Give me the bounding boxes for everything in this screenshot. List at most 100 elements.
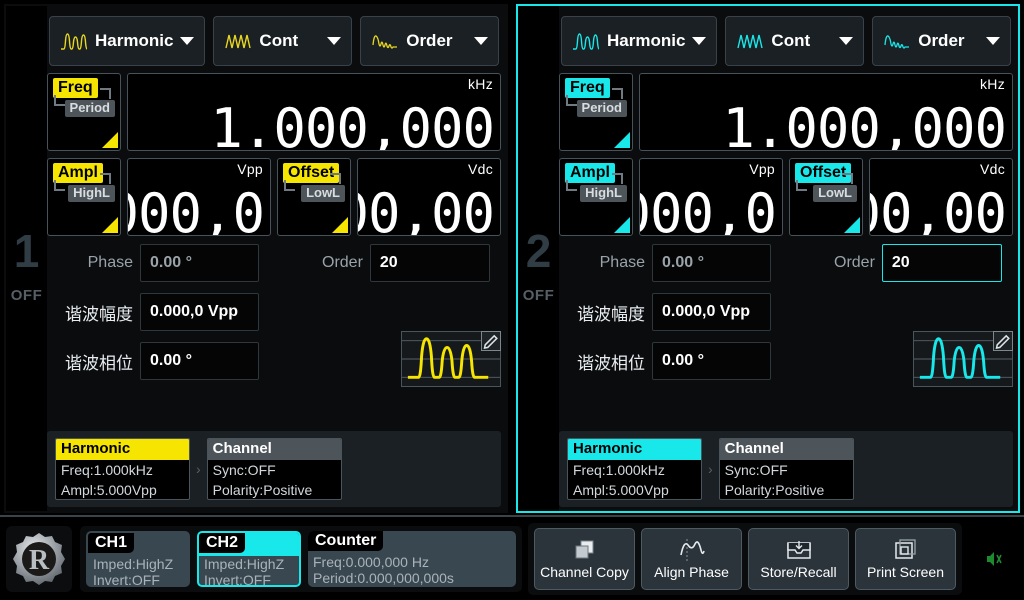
channel-panel-ch1[interactable]: 1 OFF Harmonic: [0, 0, 512, 517]
offset-unit: Vdc: [980, 161, 1005, 177]
freq-period-toggle-ch2[interactable]: Freq Period: [559, 73, 633, 151]
info-card-line: Polarity:Positive: [208, 480, 341, 500]
corner-bracket: [284, 180, 295, 191]
store-recall-icon: [786, 538, 812, 562]
status-tab-line: Invert:OFF: [93, 572, 160, 587]
info-card-line: Ampl:5.000Vpp: [568, 480, 701, 500]
ampl-value-box-ch1[interactable]: Vpp 5.000,0: [127, 158, 271, 236]
harmonic-phase-label: 谐波相位: [47, 349, 133, 374]
resize-corner-icon[interactable]: [844, 217, 860, 233]
info-card-channel-ch1[interactable]: Channel Sync:OFF Polarity:Positive: [207, 438, 342, 500]
corner-bracket: [612, 173, 623, 184]
order-value: 20: [882, 244, 1002, 282]
offset-value-box-ch1[interactable]: Vdc 0.000,00: [357, 158, 501, 236]
chevron-down-icon[interactable]: [180, 37, 194, 45]
corner-bracket: [100, 88, 111, 99]
resize-corner-icon[interactable]: [614, 217, 630, 233]
info-card-harmonic-ch2[interactable]: Harmonic Freq:1.000kHz Ampl:5.000Vpp: [567, 438, 702, 500]
edit-pencil-icon[interactable]: [481, 331, 501, 351]
field-harmonic-amplitude-ch2[interactable]: 谐波幅度 0.000,0 Vpp: [559, 293, 771, 331]
status-tab-ch2[interactable]: CH2 Imped:HighZ Invert:OFF: [197, 531, 301, 587]
waveform-mode-row-ch2: Harmonic Cont Order: [559, 10, 1013, 66]
waveform-preview-ch2[interactable]: [913, 331, 1013, 387]
order-wave-icon: [883, 31, 911, 51]
harmonic-amplitude-label: 谐波幅度: [559, 300, 645, 325]
channel-panel-ch2[interactable]: 2 OFF Harmonic C: [512, 0, 1024, 517]
waveform-preview-ch1[interactable]: [401, 331, 501, 387]
dropdown-order-ch2[interactable]: Order: [872, 16, 1011, 66]
chevron-down-icon[interactable]: [327, 37, 341, 45]
dropdown-harmonic-ch2[interactable]: Harmonic: [561, 16, 717, 66]
field-harmonic-amplitude-ch1[interactable]: 谐波幅度 0.000,0 Vpp: [47, 293, 259, 331]
store-recall-button[interactable]: Store/Recall: [748, 528, 849, 590]
status-tab-line: Imped:HighZ: [204, 556, 284, 572]
resize-corner-icon[interactable]: [102, 217, 118, 233]
field-order-ch1[interactable]: Order 20: [322, 244, 490, 282]
freq-value-box-ch1[interactable]: kHz 1.000,000: [127, 73, 501, 151]
offset-value: 0.000,00: [357, 187, 494, 236]
corner-bracket: [330, 173, 341, 184]
order-value: 20: [370, 244, 490, 282]
print-screen-button[interactable]: Print Screen: [855, 528, 956, 590]
volume-indicator[interactable]: [965, 523, 1024, 595]
field-harmonic-phase-ch2[interactable]: 谐波相位 0.00 °: [559, 342, 771, 380]
order-label: Order: [322, 254, 363, 272]
edit-pencil-icon[interactable]: [993, 331, 1013, 351]
print-screen-label: Print Screen: [867, 564, 944, 580]
status-tab-ch1[interactable]: CH1 Imped:HighZ Invert:OFF: [86, 531, 190, 587]
counter-panel[interactable]: Counter Freq:0.000,000 Hz Period:0.000,0…: [308, 531, 516, 587]
field-phase-ch1[interactable]: Phase 0.00 °: [47, 244, 259, 282]
ampl-value: 5.000,0: [639, 187, 776, 236]
freq-value-box-ch2[interactable]: kHz 1.000,000: [639, 73, 1013, 151]
field-phase-ch2[interactable]: Phase 0.00 °: [559, 244, 771, 282]
store-recall-label: Store/Recall: [760, 564, 836, 580]
rigol-gear-logo[interactable]: R: [6, 526, 72, 592]
corner-bracket: [100, 173, 111, 184]
status-tab-name: CH2: [199, 533, 245, 553]
offset-lowl-toggle-ch2[interactable]: Offset LowL: [789, 158, 863, 236]
footer-menu-group: Channel Copy Align Phase: [528, 523, 962, 595]
chevron-down-icon[interactable]: [839, 37, 853, 45]
offset-lowl-toggle-ch1[interactable]: Offset LowL: [277, 158, 351, 236]
corner-bracket: [54, 180, 65, 191]
info-card-title: Channel: [208, 439, 341, 460]
info-card-harmonic-ch1[interactable]: Harmonic Freq:1.000kHz Ampl:5.000Vpp: [55, 438, 190, 500]
offset-value-box-ch2[interactable]: Vdc 0.000,00: [869, 158, 1013, 236]
period-key-label: Period: [65, 100, 115, 117]
resize-corner-icon[interactable]: [332, 217, 348, 233]
field-harmonic-phase-ch1[interactable]: 谐波相位 0.00 °: [47, 342, 259, 380]
ampl-highl-toggle-ch1[interactable]: Ampl HighL: [47, 158, 121, 236]
chevron-down-icon[interactable]: [474, 37, 488, 45]
freq-period-toggle-ch1[interactable]: Freq Period: [47, 73, 121, 151]
chevron-right-icon: ›: [708, 461, 713, 477]
chevron-down-icon[interactable]: [986, 37, 1000, 45]
ampl-unit: Vpp: [237, 161, 263, 177]
copy-icon: [573, 538, 597, 562]
field-order-ch2[interactable]: Order 20: [834, 244, 1002, 282]
resize-corner-icon[interactable]: [614, 132, 630, 148]
channel-output-state: OFF: [6, 287, 47, 304]
dropdown-order-ch1[interactable]: Order: [360, 16, 499, 66]
parameter-grid-ch2: Freq Period kHz 1.000,000: [559, 73, 1013, 236]
dropdown-cont-ch2[interactable]: Cont: [725, 16, 864, 66]
waveform-mode-row-ch1: Harmonic Cont Order: [47, 10, 501, 66]
info-card-line: Freq:1.000kHz: [568, 460, 701, 480]
dropdown-cont-label: Cont: [771, 31, 810, 51]
channel-number: 1: [6, 228, 47, 274]
dropdown-harmonic-ch1[interactable]: Harmonic: [49, 16, 205, 66]
corner-bracket: [796, 180, 807, 191]
lowl-key-label: LowL: [813, 185, 857, 202]
chevron-down-icon[interactable]: [692, 37, 706, 45]
dropdown-cont-ch1[interactable]: Cont: [213, 16, 352, 66]
counter-title: Counter: [308, 531, 383, 551]
ampl-value-box-ch2[interactable]: Vpp 5.000,0: [639, 158, 783, 236]
channel-number: 2: [518, 228, 559, 274]
ampl-highl-toggle-ch2[interactable]: Ampl HighL: [559, 158, 633, 236]
resize-corner-icon[interactable]: [102, 132, 118, 148]
harmonic-amplitude-value: 0.000,0 Vpp: [140, 293, 259, 331]
align-phase-button[interactable]: Align Phase: [641, 528, 742, 590]
highl-key-label: HighL: [68, 185, 115, 202]
harmonic-wave-icon: [60, 31, 88, 51]
channel-copy-button[interactable]: Channel Copy: [534, 528, 635, 590]
info-card-channel-ch2[interactable]: Channel Sync:OFF Polarity:Positive: [719, 438, 854, 500]
